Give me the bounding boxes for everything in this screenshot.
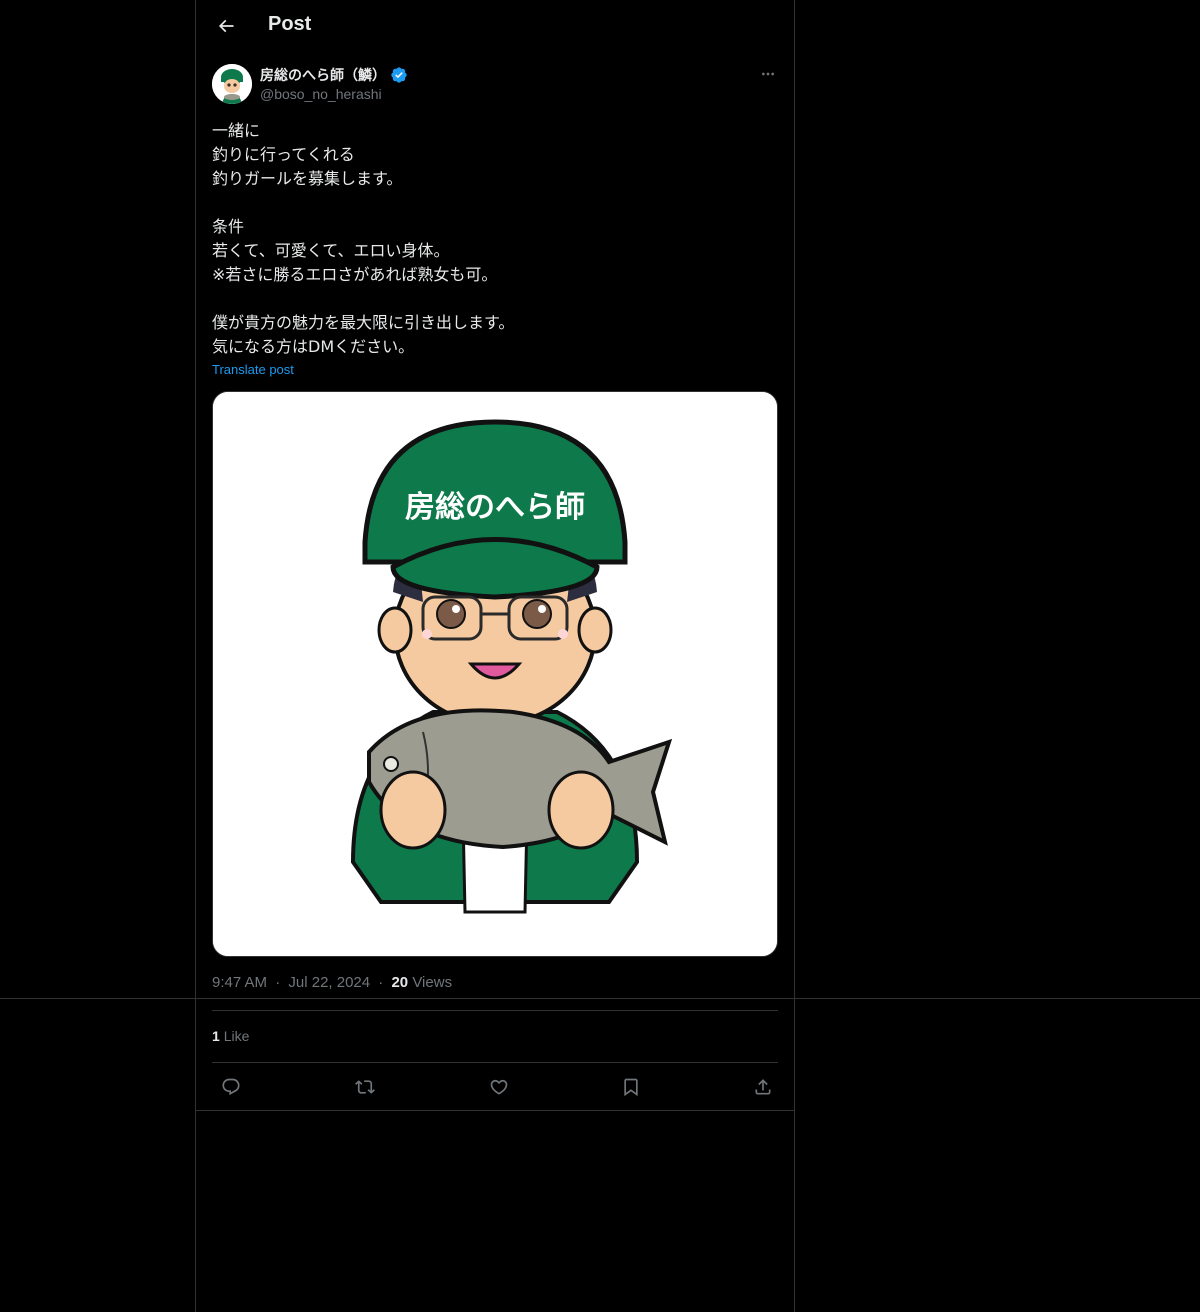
post-header: Post (196, 0, 794, 53)
author-display-name[interactable]: 房総のへら師（鱗） (260, 65, 386, 85)
likes-stat[interactable]: 1 Like (212, 1028, 249, 1044)
author-name-row[interactable]: 房総のへら師（鱗） (260, 65, 408, 85)
post-image[interactable]: 房総のへら師 (212, 391, 778, 957)
verified-badge-icon (391, 67, 407, 83)
meta-separator: · (378, 974, 384, 991)
back-button[interactable] (208, 8, 244, 44)
divider (212, 1010, 778, 1011)
avatar-image (212, 64, 252, 104)
page-divider (0, 998, 1200, 999)
post-time[interactable]: 9:47 AM (212, 974, 267, 991)
heart-icon (490, 1079, 508, 1095)
post-author: 房総のへら師（鱗） @boso_no_herashi (212, 64, 778, 108)
cap-text: 房総のへら師 (405, 490, 585, 525)
post-text: 一緒に 釣りに行ってくれる 釣りガールを募集します。 条件 若くて、可愛くて、エ… (212, 121, 515, 356)
more-button[interactable] (758, 64, 778, 84)
divider (196, 1110, 794, 1111)
more-horizontal-icon (762, 72, 774, 76)
bookmark-icon (624, 1078, 638, 1097)
author-handle[interactable]: @boso_no_herashi (260, 86, 382, 102)
action-bar (212, 1068, 778, 1106)
divider (212, 1062, 778, 1063)
share-icon (755, 1079, 771, 1095)
bookmark-button[interactable] (612, 1068, 650, 1106)
repost-icon (355, 1080, 375, 1094)
post-column: Post 房総のへら師（鱗） @boso_no_herashi 一緒に 釣りに行… (195, 0, 795, 1312)
arrow-left-icon (218, 19, 234, 33)
avatar[interactable] (212, 64, 252, 104)
views-count: 20 (391, 974, 409, 991)
fisherman-illustration: 房総のへら師 (213, 392, 777, 956)
reply-button[interactable] (212, 1068, 250, 1106)
likes-label: Like (223, 1028, 250, 1044)
reply-icon (222, 1078, 240, 1096)
views-label: Views (412, 974, 453, 991)
share-button[interactable] (744, 1068, 782, 1106)
like-button[interactable] (480, 1068, 518, 1106)
page-title: Post (268, 13, 312, 35)
likes-count: 1 (212, 1028, 220, 1044)
meta-separator: · (275, 974, 281, 991)
translate-post-link[interactable]: Translate post (212, 362, 294, 377)
post-meta: 9:47 AM · Jul 22, 2024 · 20 Views (212, 974, 452, 991)
repost-button[interactable] (346, 1068, 384, 1106)
post-date[interactable]: Jul 22, 2024 (288, 974, 370, 991)
